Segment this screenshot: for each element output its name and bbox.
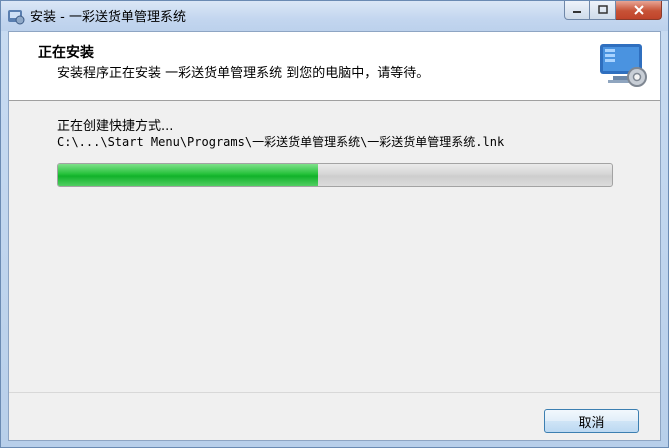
close-icon xyxy=(633,5,644,15)
wizard-header: 正在安装 安装程序正在安装 一彩送货单管理系统 到您的电脑中，请等待。 xyxy=(9,32,660,101)
window-title: 安装 - 一彩送货单管理系统 xyxy=(30,10,186,25)
caption-buttons xyxy=(564,1,662,21)
maximize-icon xyxy=(597,5,608,14)
setup-app-icon xyxy=(8,10,25,25)
wizard-body: 正在安装 安装程序正在安装 一彩送货单管理系统 到您的电脑中，请等待。 正在创建… xyxy=(8,31,661,441)
minimize-button[interactable] xyxy=(564,1,590,20)
title-bar[interactable]: 安装 - 一彩送货单管理系统 xyxy=(1,1,668,31)
installer-computer-icon xyxy=(600,44,647,87)
status-label: 正在创建快捷方式... xyxy=(57,119,174,134)
minimize-icon xyxy=(573,11,581,13)
status-file-path: C:\...\Start Menu\Programs\一彩送货单管理系统\一彩送… xyxy=(57,135,505,149)
install-progress-fill xyxy=(58,164,319,186)
page-title: 正在安装 xyxy=(38,45,94,61)
cancel-button[interactable]: 取消 xyxy=(544,409,639,433)
close-button[interactable] xyxy=(616,1,662,20)
install-progress-bar xyxy=(57,163,613,187)
footer-divider xyxy=(9,392,660,393)
installer-window: 安装 - 一彩送货单管理系统 正在安装 安装程序正在安装 一彩送货单管理系统 到… xyxy=(0,0,669,448)
maximize-button[interactable] xyxy=(590,1,616,20)
page-subtitle: 安装程序正在安装 一彩送货单管理系统 到您的电脑中，请等待。 xyxy=(57,66,430,81)
